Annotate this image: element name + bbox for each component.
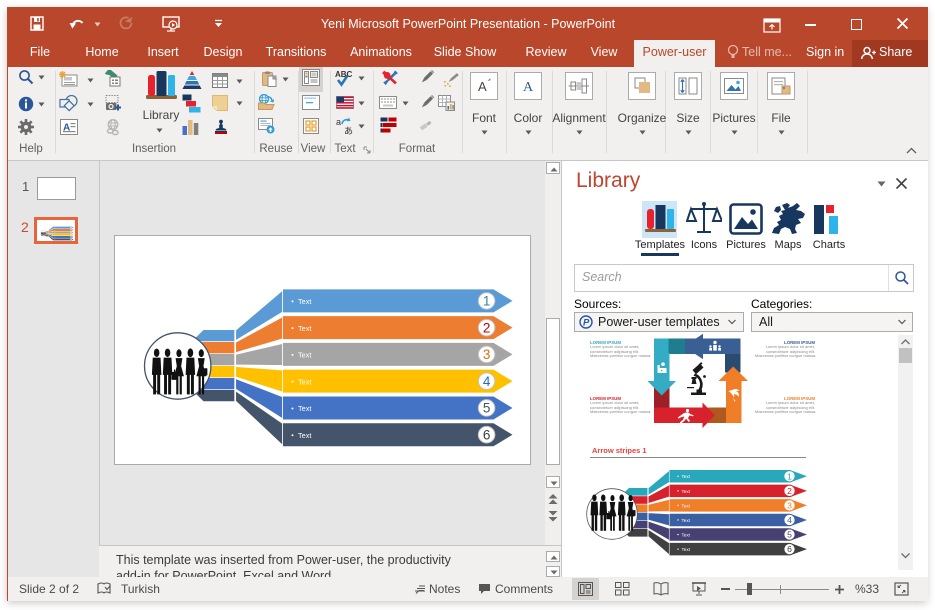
svg-text:Text: Text (298, 431, 311, 440)
svg-text:2: 2 (787, 486, 792, 496)
svg-text:Text: Text (682, 503, 691, 508)
svg-text:6: 6 (787, 544, 792, 554)
svg-text:Text: Text (682, 489, 691, 494)
svg-text:1: 1 (787, 471, 792, 481)
svg-text:Text: Text (298, 404, 311, 413)
svg-text:3: 3 (483, 347, 491, 362)
svg-text:Text: Text (298, 297, 311, 306)
svg-text:1: 1 (483, 294, 491, 309)
svg-text:6: 6 (483, 427, 491, 442)
svg-text:3: 3 (787, 500, 792, 510)
svg-text:2: 2 (483, 320, 491, 335)
svg-text:5: 5 (787, 530, 792, 540)
svg-text:A: A (523, 80, 534, 95)
svg-text:a: a (336, 117, 341, 127)
svg-text:5: 5 (483, 401, 491, 416)
svg-text:Text: Text (682, 518, 691, 523)
svg-text:Text: Text (682, 532, 691, 537)
svg-text:ABC: ABC (335, 70, 353, 79)
svg-text:Text: Text (682, 474, 691, 479)
svg-text:Text: Text (298, 324, 311, 333)
svg-text:P: P (583, 318, 590, 329)
svg-text:あ: あ (344, 126, 353, 135)
svg-text:4: 4 (787, 515, 792, 525)
svg-text:4: 4 (483, 374, 491, 389)
svg-text:Text: Text (682, 547, 691, 552)
svg-text:Text: Text (298, 377, 311, 386)
svg-text:Text: Text (298, 351, 311, 360)
svg-text:A: A (478, 79, 487, 94)
